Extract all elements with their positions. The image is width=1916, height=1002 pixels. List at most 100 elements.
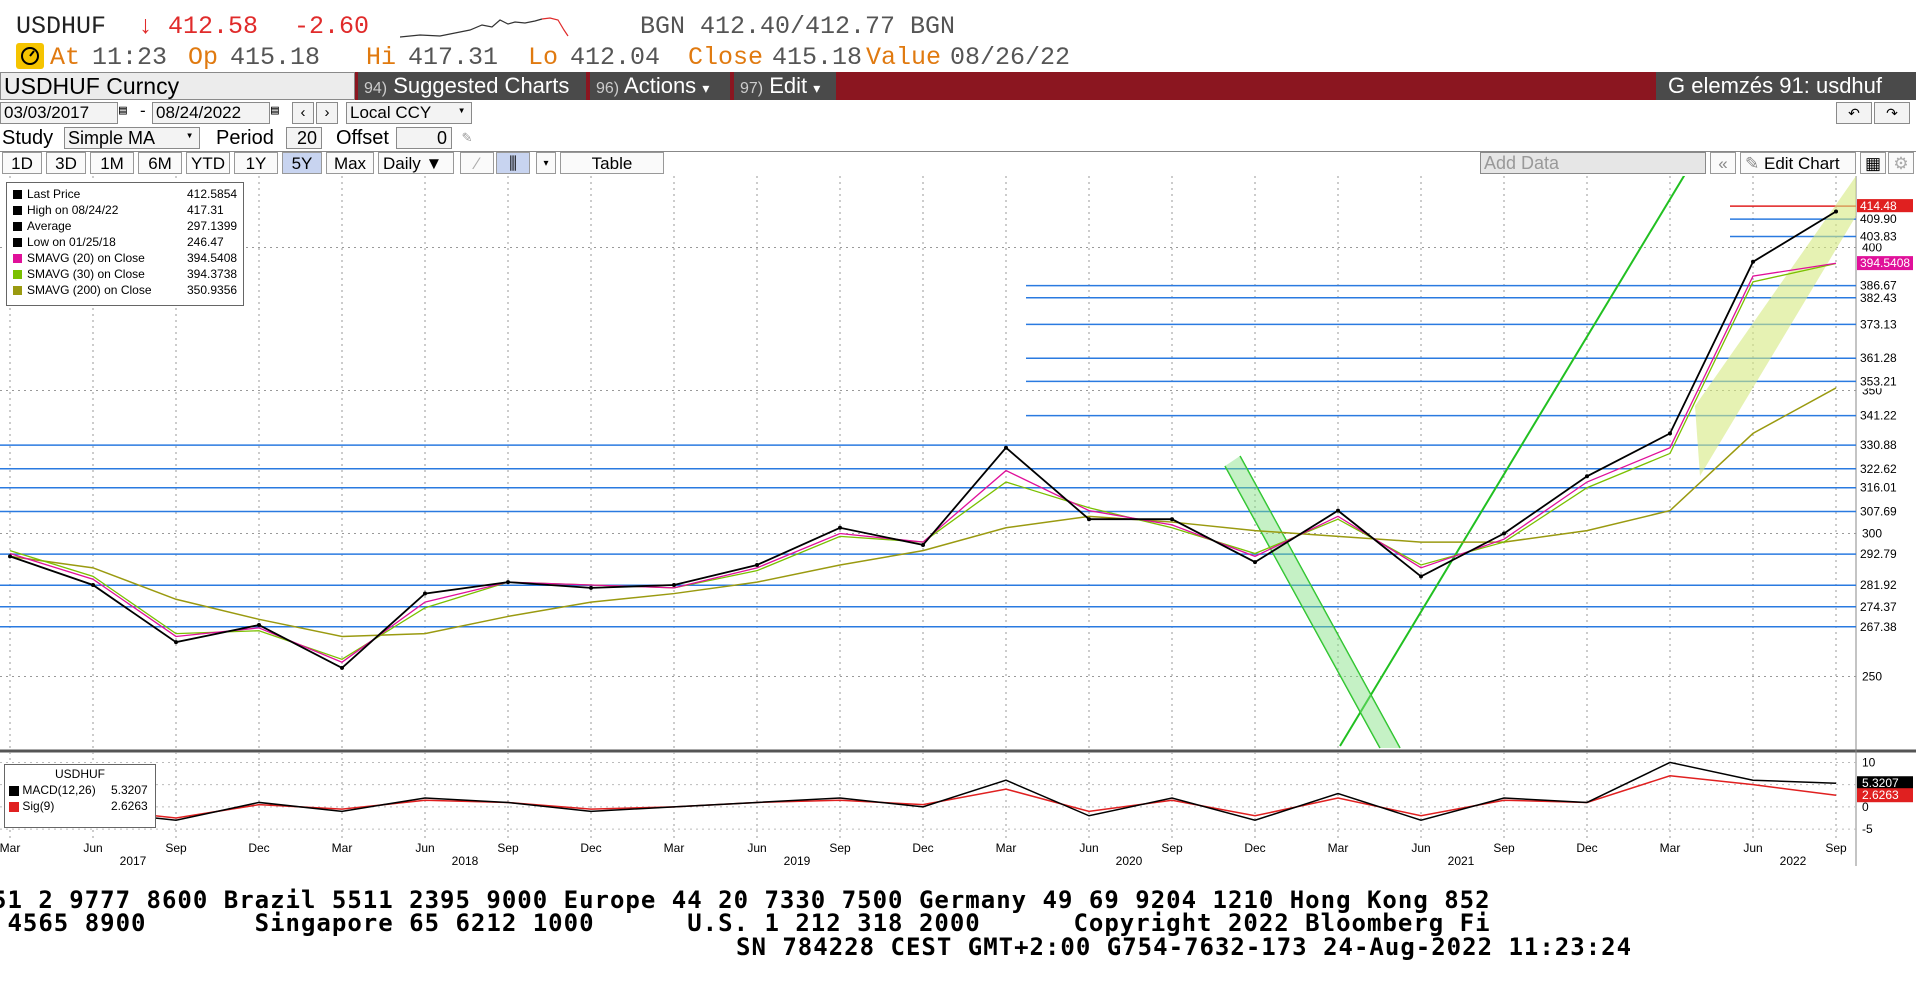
x-year-label: 2022: [1780, 854, 1807, 866]
y-tick-label: -5: [1862, 822, 1873, 836]
legend-item: High on 08/24/22 417.31: [13, 203, 237, 217]
collapse-icon[interactable]: «: [1710, 152, 1736, 174]
chart-type-dropdown-icon[interactable]: ▾: [536, 152, 556, 174]
frequency-select[interactable]: Daily ▼: [378, 152, 454, 174]
price-point: [838, 525, 842, 530]
chart-settings-icon[interactable]: ▦: [1860, 152, 1886, 174]
range-5y-button[interactable]: 5Y: [282, 152, 322, 174]
suggested-charts-button[interactable]: 94) Suggested Charts: [358, 72, 586, 100]
signal-swatch: [9, 801, 19, 812]
start-date-field[interactable]: 03/03/2017: [0, 102, 118, 124]
price-chart[interactable]: Mar Jun Sep Dec Mar Jun Sep Dec Mar Jun Sep Dec Mar J…: [0, 165, 1916, 868]
price-point: [91, 582, 95, 587]
x-tick-label: Sep: [497, 841, 519, 855]
edit-chart-label: Edit Chart: [1763, 154, 1840, 173]
range-ytd-button[interactable]: YTD: [186, 152, 230, 174]
intraday-sparkline: [399, 16, 570, 40]
x-tick-label: Sep: [1825, 841, 1847, 855]
high-value: 417.31: [408, 43, 499, 72]
x-year-label: 2021: [1448, 854, 1475, 866]
legend-value: 412.5854: [187, 187, 238, 201]
edit-chart-pencil-icon: ✎: [1745, 154, 1760, 173]
low-label: Lo: [528, 43, 559, 72]
price-level-label: 373.13: [1860, 317, 1897, 331]
price-point: [1502, 531, 1506, 536]
signal-legend-value: 2.6263: [111, 799, 148, 813]
price-level-label: 316.01: [1860, 481, 1897, 495]
price-point: [1585, 474, 1589, 479]
end-calendar-icon[interactable]: ▤: [271, 103, 279, 118]
value-label: Value: [866, 43, 942, 72]
price-point: [506, 580, 510, 585]
study-select[interactable]: Simple MA: [64, 127, 200, 149]
range-1d-button[interactable]: 1D: [2, 152, 42, 174]
price-level-label: 403.83: [1860, 230, 1897, 244]
pencil-icon[interactable]: ✎: [462, 127, 472, 146]
legend-value: 394.5408: [187, 251, 238, 265]
price-level-label: 394.5408: [1860, 256, 1910, 270]
legend-label: Last Price: [27, 187, 81, 201]
currency-dropdown-icon[interactable]: ▾: [458, 103, 465, 117]
price-point: [1834, 209, 1838, 214]
next-period-button[interactable]: ›: [316, 102, 338, 124]
start-calendar-icon[interactable]: ▤: [119, 103, 127, 118]
signal-legend-item: Sig(9) 2.6263: [9, 799, 155, 813]
edit-menu-button[interactable]: 97) Edit ▾: [734, 72, 836, 100]
x-tick-label: Dec: [248, 841, 269, 855]
close-value: 415.18: [772, 43, 863, 72]
actions-menu-button[interactable]: 96) Actions ▾: [590, 72, 730, 100]
edit-chart-button[interactable]: ✎ Edit Chart: [1740, 152, 1856, 174]
legend-value: 246.47: [187, 235, 224, 249]
suggested-charts-label: Suggested Charts: [393, 73, 570, 98]
x-tick-label: Jun: [83, 841, 102, 855]
currency-select[interactable]: Local CCY: [346, 102, 472, 124]
legend-swatch: [13, 222, 22, 232]
bar-chart-icon[interactable]: ⫼: [496, 152, 530, 174]
price-level-label: 267.38: [1860, 620, 1897, 634]
range-3d-button[interactable]: 3D: [46, 152, 86, 174]
price-level-label: 322.62: [1860, 462, 1897, 476]
realtime-gauge-icon[interactable]: [16, 43, 44, 69]
legend-label: Low on 01/25/18: [27, 235, 116, 249]
price-level-label: 341.22: [1860, 409, 1897, 423]
study-label: Study: [2, 127, 54, 149]
macd-legend-item: MACD(12,26) 5.3207: [9, 783, 155, 797]
offset-input[interactable]: 0: [396, 127, 452, 149]
open-label: Op: [188, 43, 219, 72]
end-date-field[interactable]: 08/24/2022: [152, 102, 270, 124]
x-tick-label: Sep: [829, 841, 851, 855]
range-1y-button[interactable]: 1Y: [234, 152, 278, 174]
legend-value: 350.9356: [187, 283, 238, 297]
price-point: [921, 542, 925, 547]
gear-icon[interactable]: ⚙: [1888, 152, 1914, 174]
price-change: -2.60: [294, 12, 370, 41]
add-data-input[interactable]: Add Data: [1480, 152, 1706, 174]
price-level-label: 353.21: [1860, 374, 1897, 388]
edit-dropdown-icon: ▾: [813, 80, 821, 96]
security-field[interactable]: USDHUF Curncy: [0, 72, 355, 100]
legend-label: SMAVG (30) on Close: [27, 267, 145, 281]
line-chart-icon[interactable]: ⁄: [460, 152, 494, 174]
range-max-button[interactable]: Max: [326, 152, 374, 174]
price-point: [1336, 508, 1340, 513]
price-level-label: 281.92: [1860, 578, 1897, 592]
x-tick-label: Mar: [996, 841, 1017, 855]
study-dropdown-icon[interactable]: ▾: [186, 128, 193, 142]
prev-period-button[interactable]: ‹: [292, 102, 314, 124]
price-level-label: 292.79: [1860, 547, 1897, 561]
bid-ask: BGN 412.40/412.77 BGN: [640, 12, 956, 41]
price-point: [1004, 445, 1008, 450]
price-point: [257, 623, 261, 628]
redo-icon[interactable]: ↷: [1874, 102, 1910, 124]
x-tick-label: Jun: [747, 841, 766, 855]
x-tick-label: Sep: [1493, 841, 1515, 855]
undo-icon[interactable]: ↶: [1836, 102, 1872, 124]
range-6m-button[interactable]: 6M: [138, 152, 182, 174]
at-label: At: [50, 43, 81, 72]
legend-box: Last Price 412.5854 High on 08/24/22 417.31…: [6, 182, 244, 306]
table-button[interactable]: Table: [560, 152, 664, 174]
chart-area[interactable]: Mar Jun Sep Dec Mar Jun Sep Dec Mar Jun Sep Dec Mar J…: [0, 165, 1916, 868]
legend-value: 394.3738: [187, 267, 238, 281]
range-1m-button[interactable]: 1M: [90, 152, 134, 174]
period-input[interactable]: 20: [286, 127, 322, 149]
